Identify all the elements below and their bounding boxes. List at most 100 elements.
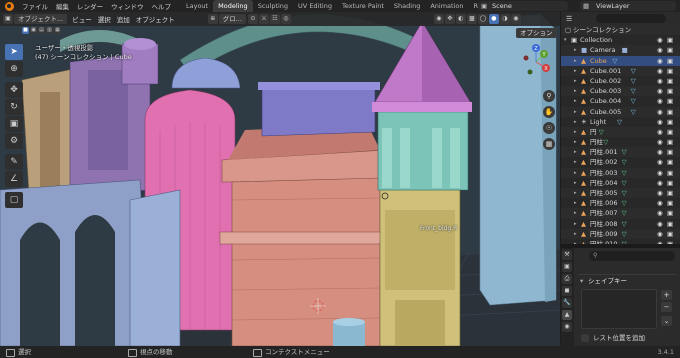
wireframe-shading-icon[interactable]: ◯ <box>477 14 488 24</box>
expand-arrow-icon[interactable]: ▸ <box>574 127 577 137</box>
tab-modeling[interactable]: Modeling <box>213 0 253 12</box>
render-camera-icon[interactable]: ▣ <box>667 35 673 45</box>
perspective-grid-icon[interactable]: ▦ <box>543 138 555 150</box>
render-camera-icon[interactable]: ▣ <box>667 76 673 86</box>
expand-arrow-icon[interactable]: ▾ <box>564 35 567 45</box>
visibility-eye-icon[interactable]: ◉ <box>657 96 663 106</box>
outliner-row[interactable]: ▸ ■ Camera ■ ◉ ▣ <box>561 45 680 56</box>
mesh-data-icon[interactable]: ▽ <box>622 208 627 218</box>
tab-uv-editing[interactable]: UV Editing <box>293 0 337 12</box>
outliner-row[interactable]: ▸ ▲ Cube.002 ▽ ◉ ▣ <box>561 76 680 86</box>
visibility-eye-icon[interactable]: ◉ <box>657 208 663 218</box>
outliner-search-input[interactable] <box>596 14 666 23</box>
render-camera-icon[interactable]: ▣ <box>667 66 673 76</box>
transform-orientation-icon[interactable]: ⊕ <box>207 14 218 24</box>
cursor-tool-icon[interactable]: ⊕ <box>5 61 23 77</box>
shape-key-specials-button[interactable]: ⌄ <box>661 316 672 326</box>
snap-target-icon[interactable]: ☷ <box>269 14 280 24</box>
scale-tool-icon[interactable]: ▣ <box>5 116 23 132</box>
material-tab-icon[interactable]: ◉ <box>562 322 572 332</box>
mesh-data-icon[interactable]: ▽ <box>599 127 604 137</box>
shape-keys-list[interactable] <box>581 289 657 329</box>
render-camera-icon[interactable]: ▣ <box>667 45 673 55</box>
render-camera-icon[interactable]: ▣ <box>667 56 673 66</box>
shape-keys-panel-title[interactable]: シェイプキー <box>578 274 677 287</box>
add-shape-key-button[interactable]: + <box>661 290 672 300</box>
data-tab-icon[interactable]: ▲ <box>562 310 572 320</box>
material-shading-icon[interactable]: ◑ <box>499 14 510 24</box>
outliner-row[interactable]: ▸ ▲ 円柱.004 ▽ ◉ ▣ <box>561 178 680 188</box>
outliner-row[interactable]: ▸ ▲ 円柱.003 ▽ ◉ ▣ <box>561 167 680 178</box>
menu-window[interactable]: ウィンドウ <box>107 1 148 11</box>
mode-selector[interactable]: オブジェクト... <box>14 14 68 24</box>
expand-arrow-icon[interactable]: ▸ <box>574 76 577 86</box>
outliner-row[interactable]: ▸ ▲ 円柱.005 ▽ ◉ ▣ <box>561 188 680 199</box>
visibility-eye-icon[interactable]: ◉ <box>657 178 663 188</box>
mesh-data-icon[interactable]: ▽ <box>622 157 627 167</box>
transform-orientation-selector[interactable]: グロ... <box>218 14 246 24</box>
mesh-data-icon[interactable]: ▽ <box>622 219 627 229</box>
object-tab-icon[interactable]: ◼ <box>562 286 572 296</box>
mesh-data-icon[interactable]: ▽ <box>622 188 627 198</box>
select-invert-icon[interactable]: ▥ <box>46 27 53 34</box>
3d-viewport[interactable] <box>0 12 560 346</box>
pan-hand-icon[interactable]: ✋ <box>543 106 555 118</box>
mesh-data-icon[interactable]: ▽ <box>622 198 627 208</box>
select-new-icon[interactable]: ■ <box>22 27 29 34</box>
mesh-data-icon[interactable]: ▽ <box>603 137 608 147</box>
render-camera-icon[interactable]: ▣ <box>667 188 673 198</box>
render-camera-icon[interactable]: ▣ <box>667 229 673 239</box>
gizmo-toggle-icon[interactable]: ✥ <box>444 14 455 24</box>
mesh-data-icon[interactable]: ▽ <box>631 76 636 86</box>
render-camera-icon[interactable]: ▣ <box>667 86 673 96</box>
outliner-row[interactable]: ▸ ▲ 円柱.006 ▽ ◉ ▣ <box>561 198 680 208</box>
mesh-data-icon[interactable]: ▽ <box>631 66 636 76</box>
expand-arrow-icon[interactable]: ▸ <box>574 229 577 239</box>
render-camera-icon[interactable]: ▣ <box>667 168 673 178</box>
visibility-eye-icon[interactable]: ◉ <box>657 66 663 76</box>
render-camera-icon[interactable]: ▣ <box>667 208 673 218</box>
tab-sculpting[interactable]: Sculpting <box>253 0 293 12</box>
outliner-row[interactable]: ▸ ▲ 円柱.001 ▽ ◉ ▣ <box>561 147 680 158</box>
expand-arrow-icon[interactable]: ▸ <box>574 137 577 147</box>
add-cube-tool-icon[interactable]: ▢ <box>5 192 23 208</box>
select-intersect-icon[interactable]: ▦ <box>54 27 61 34</box>
tool-tab-icon[interactable]: ⚒ <box>562 250 572 260</box>
render-camera-icon[interactable]: ▣ <box>667 178 673 188</box>
outliner-row[interactable]: ▸ ▲ Cube.004 ▽ ◉ ▣ <box>561 96 680 106</box>
expand-arrow-icon[interactable]: ▸ <box>574 66 577 76</box>
mesh-data-icon[interactable]: ▽ <box>631 107 636 117</box>
outliner-row[interactable]: ▸ ▲ Cube.005 ▽ ◉ ▣ <box>561 106 680 117</box>
outliner-row[interactable]: ▸ ▲ 円柱.009 ▽ ◉ ▣ <box>561 228 680 239</box>
zoom-icon[interactable]: ⚲ <box>543 90 555 102</box>
expand-arrow-icon[interactable]: ▸ <box>574 96 577 106</box>
scene-selector[interactable]: Scene <box>478 1 568 11</box>
expand-arrow-icon[interactable]: ▸ <box>574 56 577 66</box>
visibility-eye-icon[interactable]: ◉ <box>657 35 663 45</box>
outliner-row[interactable]: ▸ ▲ 円柱 ▽ ◉ ▣ <box>561 137 680 147</box>
move-tool-icon[interactable]: ✥ <box>5 82 23 98</box>
solid-shading-icon[interactable]: ● <box>488 14 499 24</box>
visibility-eye-icon[interactable]: ◉ <box>657 76 663 86</box>
outliner-row[interactable]: ▸ ▲ Cube ▽ ◉ ▣ <box>561 55 680 66</box>
select-box-tool-icon[interactable]: ➤ <box>5 44 23 60</box>
blender-logo-icon[interactable] <box>5 1 14 11</box>
mesh-data-icon[interactable]: ▽ <box>622 168 627 178</box>
render-camera-icon[interactable]: ▣ <box>667 117 673 127</box>
visibility-eye-icon[interactable]: ◉ <box>657 219 663 229</box>
transform-tool-icon[interactable]: ⚙ <box>5 133 23 149</box>
tab-layout[interactable]: Layout <box>181 0 213 12</box>
menu-edit[interactable]: 編集 <box>52 1 73 11</box>
render-camera-icon[interactable]: ▣ <box>667 157 673 167</box>
mesh-data-icon[interactable]: ▽ <box>622 147 627 157</box>
snap-icon[interactable]: ⚔ <box>258 14 269 24</box>
visibility-eye-icon[interactable]: ◉ <box>657 45 663 55</box>
measure-tool-icon[interactable]: ∠ <box>5 171 23 187</box>
render-camera-icon[interactable]: ▣ <box>667 127 673 137</box>
mesh-data-icon[interactable]: ▽ <box>612 56 617 66</box>
tab-shading[interactable]: Shading <box>389 0 425 12</box>
mesh-data-icon[interactable]: ▽ <box>622 229 627 239</box>
visibility-eye-icon[interactable]: ◉ <box>657 188 663 198</box>
visibility-eye-icon[interactable]: ◉ <box>657 86 663 96</box>
outliner-row[interactable]: ▸ ▲ Cube.001 ▽ ◉ ▣ <box>561 65 680 76</box>
